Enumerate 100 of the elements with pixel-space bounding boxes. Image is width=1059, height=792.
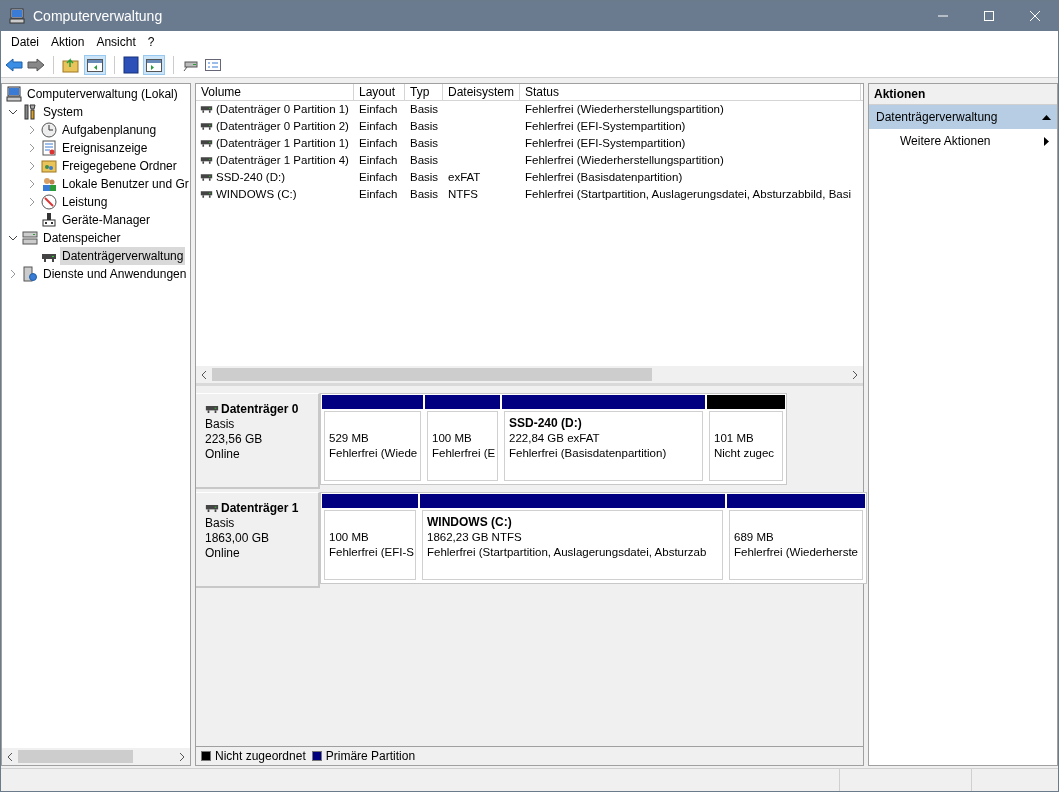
collapse-triangle-icon	[1042, 112, 1051, 122]
menu-item[interactable]: Ansicht	[90, 33, 142, 51]
expand-chevron-icon[interactable]	[8, 269, 18, 279]
tree-item[interactable]: Computerverwaltung (Lokal)	[25, 85, 180, 103]
action-label: Weitere Aktionen	[900, 133, 991, 150]
submenu-arrow-icon	[1042, 136, 1051, 146]
column-header[interactable]: Layout	[354, 84, 405, 100]
folder-icon	[41, 158, 57, 174]
forward-arrow-icon[interactable]	[27, 57, 45, 73]
disk-detail: Online	[205, 447, 241, 462]
column-header[interactable]: Dateisystem	[443, 84, 520, 100]
table-cell-text: Einfach	[359, 152, 398, 168]
scroll-left-icon[interactable]	[200, 369, 208, 380]
tree-item[interactable]: Aufgabenplanung	[60, 121, 159, 139]
server-icon	[22, 266, 38, 282]
partition-name: WINDOWS (C:)	[427, 515, 513, 530]
horizontal-scrollbar[interactable]	[196, 366, 863, 383]
column-header[interactable]: Typ	[405, 84, 443, 100]
console-tree-toggle-icon[interactable]	[84, 55, 106, 75]
table-cell-text: SSD-240 (D:)	[216, 169, 286, 185]
close-icon	[1030, 11, 1040, 21]
gauge-icon	[41, 194, 57, 210]
drive-icon	[200, 174, 213, 181]
tree-item[interactable]: Datenspeicher	[41, 229, 123, 247]
horizontal-scrollbar[interactable]	[2, 748, 190, 765]
table-cell-text: Einfach	[359, 101, 398, 117]
scroll-left-icon[interactable]	[6, 751, 14, 762]
computer-icon	[6, 86, 22, 102]
partition-status: Fehlerfrei (Wiede	[329, 446, 416, 461]
expand-chevron-icon[interactable]	[27, 143, 37, 153]
partition-name: SSD-240 (D:)	[509, 416, 583, 431]
table-cell-text: Basis	[410, 135, 439, 151]
table-cell-text: Einfach	[359, 186, 398, 202]
disk-detail: 223,56 GB	[205, 432, 264, 447]
table-cell-text: Basis	[410, 186, 439, 202]
table-cell-text: NTFS	[448, 186, 479, 202]
partition-size: 529 MB	[329, 431, 370, 446]
checklist-icon[interactable]	[204, 57, 222, 73]
tree-item[interactable]: Leistung	[60, 193, 110, 211]
partition-size: 689 MB	[734, 530, 775, 545]
drive-icon	[200, 157, 213, 164]
menu-item[interactable]: Aktion	[45, 33, 91, 51]
drive-icon	[200, 106, 213, 113]
tree-item[interactable]: System	[41, 103, 85, 121]
drive-icon	[200, 140, 213, 147]
menu-item[interactable]: ?	[141, 33, 161, 51]
expand-chevron-icon[interactable]	[27, 179, 37, 189]
disk-name: Datenträger 1	[221, 501, 299, 516]
table-cell-text: Basis	[410, 152, 439, 168]
computer-icon	[9, 8, 25, 24]
table-cell-text: Basis	[410, 169, 439, 185]
users-icon	[41, 176, 57, 192]
disk-name: Datenträger 0	[221, 402, 299, 417]
table-cell-text: Basis	[410, 118, 439, 134]
folder-up-icon[interactable]	[62, 57, 80, 73]
table-cell-text: Fehlerfrei (EFI-Systempartition)	[525, 135, 686, 151]
table-cell-text: Einfach	[359, 118, 398, 134]
menu-item[interactable]: Datei	[5, 33, 45, 51]
legend-label: Primäre Partition	[325, 748, 416, 765]
drive-icon	[205, 505, 219, 512]
back-arrow-icon[interactable]	[5, 57, 23, 73]
table-cell-text: exFAT	[448, 169, 481, 185]
maximize-icon	[984, 11, 994, 21]
disk-detail: Basis	[205, 417, 236, 432]
disk-detail: Basis	[205, 516, 236, 531]
table-cell-text: Fehlerfrei (Wiederherstellungspartition)	[525, 101, 724, 117]
partition-size: 222,84 GB exFAT	[509, 431, 601, 446]
disk-detail: Online	[205, 546, 241, 561]
table-cell-text: (Datenträger 0 Partition 1)	[216, 101, 349, 117]
actions-heading: Aktionen	[869, 84, 1057, 105]
expand-chevron-icon[interactable]	[27, 197, 37, 207]
action-item[interactable]: Weitere Aktionen	[869, 129, 1057, 153]
tree-item[interactable]: Lokale Benutzer und Gr	[60, 175, 190, 193]
expand-chevron-icon[interactable]	[27, 161, 37, 171]
tree-item[interactable]: Geräte-Manager	[60, 211, 153, 229]
action-item[interactable]: Datenträgerverwaltung	[869, 105, 1057, 129]
storage-icon	[22, 230, 38, 246]
log-icon	[41, 140, 57, 156]
table-cell-text: (Datenträger 1 Partition 1)	[216, 135, 349, 151]
action-pane-toggle-icon[interactable]	[143, 55, 165, 75]
partition-size: 1862,23 GB NTFS	[427, 530, 523, 545]
drive-icon	[200, 191, 213, 198]
column-header[interactable]: Volume	[196, 84, 354, 100]
collapse-chevron-icon[interactable]	[8, 107, 18, 117]
window-title: Computerverwaltung	[33, 6, 163, 26]
tree-item[interactable]: Ereignisanzeige	[60, 139, 150, 157]
collapse-chevron-icon[interactable]	[8, 233, 18, 243]
column-header[interactable]: Status	[520, 84, 861, 100]
table-cell-text: (Datenträger 1 Partition 4)	[216, 152, 349, 168]
tree-item[interactable]: Freigegebene Ordner	[60, 157, 179, 175]
partition-size: 100 MB	[329, 530, 370, 545]
table-cell-text: Einfach	[359, 135, 398, 151]
expand-chevron-icon[interactable]	[27, 125, 37, 135]
table-cell-text: Basis	[410, 101, 439, 117]
table-cell-text: (Datenträger 0 Partition 2)	[216, 118, 349, 134]
partition-status: Nicht zugec	[714, 446, 776, 461]
scroll-right-icon[interactable]	[178, 751, 186, 762]
scroll-right-icon[interactable]	[851, 369, 859, 380]
tree-item[interactable]: Datenträgerverwaltung	[60, 247, 186, 265]
tree-item[interactable]: Dienste und Anwendungen	[41, 265, 189, 283]
